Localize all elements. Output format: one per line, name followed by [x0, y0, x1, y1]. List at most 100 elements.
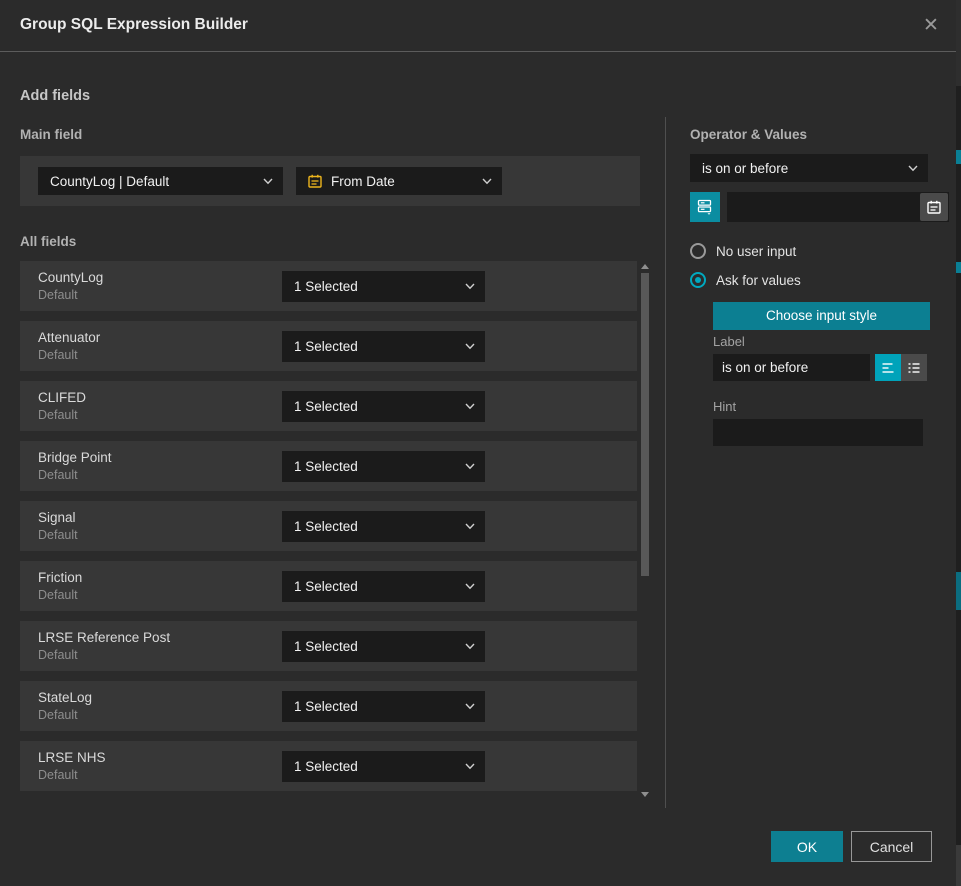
main-field-box: CountyLog | Default From Date [20, 156, 640, 206]
radio-circle-checked [690, 272, 706, 288]
align-left-icon[interactable] [875, 354, 901, 381]
field-name: LRSE NHS [38, 750, 282, 765]
chevron-down-icon [465, 463, 475, 470]
field-selection-dropdown[interactable]: 1 Selected [282, 271, 485, 302]
field-name: Attenuator [38, 330, 282, 345]
main-date-field-dropdown-value: From Date [331, 174, 476, 189]
main-field-heading: Main field [20, 127, 82, 142]
field-selection-value: 1 Selected [294, 459, 459, 474]
field-selection-dropdown[interactable]: 1 Selected [282, 331, 485, 362]
field-selection-value: 1 Selected [294, 699, 459, 714]
radio-no-user-input-label: No user input [716, 244, 796, 259]
chevron-down-icon [908, 165, 918, 172]
background-segment [956, 845, 961, 886]
field-info: Signal Default [20, 510, 282, 542]
field-selection-dropdown[interactable]: 1 Selected [282, 511, 485, 542]
field-sublabel: Default [38, 528, 282, 542]
ok-button[interactable]: OK [771, 831, 843, 862]
value-input[interactable] [727, 192, 920, 222]
field-info: LRSE NHS Default [20, 750, 282, 782]
background-segment [956, 0, 961, 86]
field-selection-dropdown[interactable]: 1 Selected [282, 751, 485, 782]
list-scrollbar [640, 262, 651, 799]
field-selection-value: 1 Selected [294, 279, 459, 294]
hint-caption: Hint [713, 399, 736, 414]
field-sublabel: Default [38, 468, 282, 482]
calendar-icon[interactable] [920, 193, 948, 221]
field-row: Bridge Point Default 1 Selected [20, 441, 637, 491]
field-row: StateLog Default 1 Selected [20, 681, 637, 731]
group-sql-expression-builder-dialog: Group SQL Expression Builder ✕ Add field… [0, 0, 956, 886]
bulleted-list-icon[interactable] [901, 354, 927, 381]
field-sublabel: Default [38, 648, 282, 662]
operator-values-heading: Operator & Values [690, 127, 807, 142]
field-row: Friction Default 1 Selected [20, 561, 637, 611]
scrollbar-down-arrow[interactable] [641, 792, 649, 797]
hint-input[interactable] [713, 419, 923, 446]
main-layer-dropdown[interactable]: CountyLog | Default [38, 167, 283, 195]
field-sublabel: Default [38, 288, 282, 302]
field-row: CLIFED Default 1 Selected [20, 381, 637, 431]
dialog-titlebar: Group SQL Expression Builder ✕ [0, 0, 956, 52]
operator-dropdown-value: is on or before [702, 161, 902, 176]
radio-ask-for-values[interactable]: Ask for values [690, 272, 801, 288]
unique-values-icon[interactable] [690, 192, 720, 222]
field-info: CountyLog Default [20, 270, 282, 302]
field-selection-dropdown[interactable]: 1 Selected [282, 691, 485, 722]
field-info: CLIFED Default [20, 390, 282, 422]
label-input[interactable] [713, 354, 870, 381]
field-name: LRSE Reference Post [38, 630, 282, 645]
field-sublabel: Default [38, 588, 282, 602]
add-fields-heading: Add fields [20, 88, 90, 104]
chevron-down-icon [465, 703, 475, 710]
field-selection-dropdown[interactable]: 1 Selected [282, 391, 485, 422]
chevron-down-icon [465, 583, 475, 590]
main-date-field-dropdown[interactable]: From Date [296, 167, 502, 195]
input-style-toggle [875, 354, 927, 381]
calendar-icon [308, 174, 322, 188]
field-row: Attenuator Default 1 Selected [20, 321, 637, 371]
field-selection-dropdown[interactable]: 1 Selected [282, 451, 485, 482]
field-selection-value: 1 Selected [294, 759, 459, 774]
value-input-wrap [727, 192, 949, 222]
chevron-down-icon [465, 283, 475, 290]
radio-no-user-input[interactable]: No user input [690, 243, 796, 259]
label-row [713, 354, 927, 381]
chevron-down-icon [482, 178, 492, 185]
field-sublabel: Default [38, 348, 282, 362]
dialog-title: Group SQL Expression Builder [20, 16, 248, 34]
main-layer-dropdown-value: CountyLog | Default [50, 174, 257, 189]
field-info: Attenuator Default [20, 330, 282, 362]
field-sublabel: Default [38, 408, 282, 422]
scrollbar-up-arrow[interactable] [641, 264, 649, 269]
field-selection-value: 1 Selected [294, 339, 459, 354]
chevron-down-icon [465, 403, 475, 410]
field-name: CLIFED [38, 390, 282, 405]
field-selection-dropdown[interactable]: 1 Selected [282, 631, 485, 662]
chevron-down-icon [465, 343, 475, 350]
label-caption: Label [713, 334, 745, 349]
chevron-down-icon [465, 643, 475, 650]
cancel-button[interactable]: Cancel [851, 831, 932, 862]
field-selection-value: 1 Selected [294, 519, 459, 534]
scrollbar-thumb[interactable] [641, 273, 649, 576]
field-selection-value: 1 Selected [294, 399, 459, 414]
vertical-divider [665, 117, 666, 808]
field-selection-dropdown[interactable]: 1 Selected [282, 571, 485, 602]
operator-dropdown[interactable]: is on or before [690, 154, 928, 182]
field-row: LRSE NHS Default 1 Selected [20, 741, 637, 791]
field-name: Friction [38, 570, 282, 585]
field-sublabel: Default [38, 768, 282, 782]
choose-input-style-button[interactable]: Choose input style [713, 302, 930, 330]
field-info: Friction Default [20, 570, 282, 602]
close-icon[interactable]: ✕ [918, 13, 944, 39]
field-selection-value: 1 Selected [294, 579, 459, 594]
chevron-down-icon [465, 763, 475, 770]
field-name: StateLog [38, 690, 282, 705]
field-row: Signal Default 1 Selected [20, 501, 637, 551]
field-row: LRSE Reference Post Default 1 Selected [20, 621, 637, 671]
background-segment [956, 572, 961, 610]
value-row [690, 192, 930, 222]
chevron-down-icon [263, 178, 273, 185]
field-info: Bridge Point Default [20, 450, 282, 482]
